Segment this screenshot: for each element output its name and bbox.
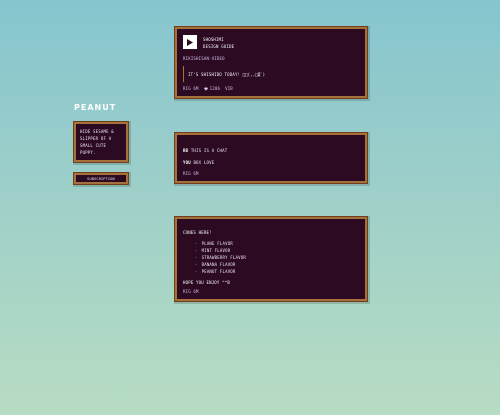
list-item: - Peanut flavor <box>195 268 359 275</box>
quote-block: It's shishido today! ゚ﾟ(,,ﾟДﾟ) <box>183 66 359 82</box>
blog-title[interactable]: Peanut <box>74 104 132 112</box>
post-chat: Rb This is a chat You Box love Rig 6m <box>175 133 367 183</box>
flavor-text: Banana flavor <box>201 262 236 267</box>
chat-line: Rb This is a chat <box>183 147 359 154</box>
list-item: - Strawberry flavor <box>195 254 359 261</box>
chat-speaker: You <box>183 160 191 165</box>
chat-line: You Box love <box>183 159 359 166</box>
subscribe-label: Subscription <box>87 176 115 181</box>
post-intro: Cones here! <box>183 230 212 235</box>
flavor-list: - Plane flavor - Mint flavor - Strawberr… <box>183 240 359 275</box>
heart-icon <box>203 86 208 91</box>
post-list: Cones here! - Plane flavor - Mint flavor… <box>175 217 367 301</box>
bio-box: Hide sesame & slipper of a small cute pu… <box>74 122 128 162</box>
flavor-text: Peanut flavor <box>201 269 236 274</box>
notes-label[interactable]: Vib <box>225 85 233 92</box>
post-time-link[interactable]: Rig 6m <box>183 170 199 177</box>
chat-text: Box love <box>193 160 215 165</box>
list-item: - Plane flavor <box>195 240 359 247</box>
bullet-icon: - <box>195 241 198 246</box>
reblog-source[interactable]: Rikishisan-video <box>183 55 359 62</box>
list-item: - Banana flavor <box>195 261 359 268</box>
play-button[interactable] <box>183 35 197 49</box>
notes-link[interactable]: 1206 <box>203 85 221 92</box>
quote-text: It's shishido today! ゚ﾟ(,,ﾟДﾟ) <box>188 71 266 77</box>
post-time-link[interactable]: Rig 6m <box>183 85 199 92</box>
post-time-link[interactable]: Rig 6m <box>183 288 199 295</box>
post-footer: Rig 6m <box>183 288 199 295</box>
subscribe-button[interactable]: Subscription <box>74 173 128 184</box>
bullet-icon: - <box>195 248 198 253</box>
flavor-text: Mint flavor <box>201 248 231 253</box>
sidebar: Peanut Hide sesame & slipper of a small … <box>74 104 132 184</box>
bullet-icon: - <box>195 262 198 267</box>
post-audio: Shoshimi Design Guide Rikishisan-video I… <box>175 27 367 98</box>
post-footer: Rig 6m 1206 Vib <box>183 85 233 92</box>
post-footer: Rig 6m <box>183 170 199 177</box>
list-item: - Mint flavor <box>195 247 359 254</box>
track-title: Shoshimi <box>203 37 224 42</box>
flavor-text: Strawberry flavor <box>201 255 246 260</box>
post-closing: Hope you enjoy ^^b <box>183 280 230 285</box>
track-artist: Design Guide <box>203 44 235 49</box>
chat-text: This is a chat <box>190 148 228 153</box>
audio-meta: Shoshimi Design Guide <box>203 35 234 50</box>
flavor-text: Plane flavor <box>201 241 233 246</box>
notes-count: 1206 <box>209 86 221 91</box>
audio-player: Shoshimi Design Guide <box>183 35 359 50</box>
play-icon <box>187 38 193 46</box>
bullet-icon: - <box>195 269 198 274</box>
bio-text: Hide sesame & slipper of a small cute pu… <box>80 129 114 155</box>
bullet-icon: - <box>195 255 198 260</box>
chat-speaker: Rb <box>183 148 189 153</box>
